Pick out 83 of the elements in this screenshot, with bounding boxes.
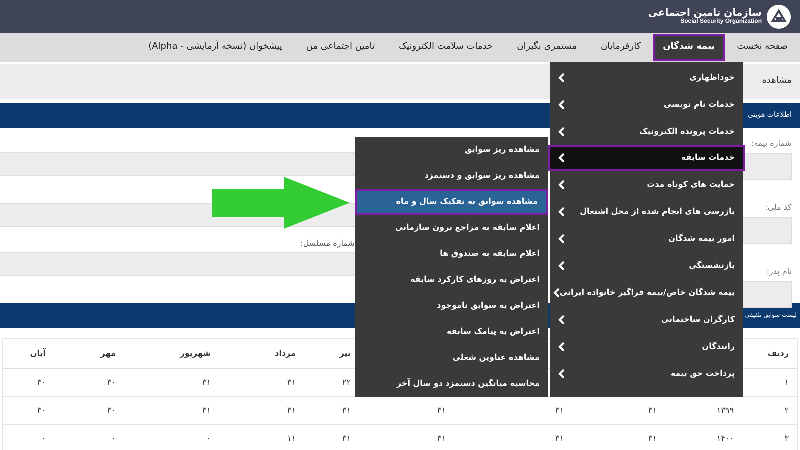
table-cell: ۱۳۹۹ bbox=[716, 404, 734, 416]
chevron-left-icon bbox=[558, 153, 565, 163]
menu-item[interactable]: اعلام سابقه به مراجع برون سازمانی bbox=[355, 215, 548, 241]
table-cell: ۳۱ bbox=[555, 432, 564, 444]
table-cell: ۲۲ bbox=[342, 376, 351, 388]
menu-item[interactable]: پرداخت حق بیمه bbox=[550, 360, 743, 387]
table-cell: ۳۰ bbox=[107, 376, 116, 388]
table-cell: ۰ bbox=[206, 432, 211, 444]
menu-item[interactable]: محاسبه میانگین دستمزد دو سال آخر bbox=[355, 371, 548, 397]
nav-tab[interactable]: خدمات سلامت الکترونیک bbox=[386, 34, 506, 61]
table-cell: ۳۱ bbox=[287, 376, 296, 388]
column-header: ردیف bbox=[768, 348, 789, 360]
field-label: شماره بیمه: bbox=[751, 138, 792, 150]
table-cell: ۳۱ bbox=[342, 404, 351, 416]
table-cell: ۳۰ bbox=[37, 404, 46, 416]
table-cell: ۳۱ bbox=[437, 404, 446, 416]
column-header: مهر bbox=[100, 348, 116, 360]
menu-item[interactable]: مشاهده عناوین شغلی bbox=[355, 345, 548, 371]
nav-tab[interactable]: کارفرمایان bbox=[589, 34, 654, 61]
nav-tab[interactable]: پیشخوان (نسخه آزمایشی - Alpha) bbox=[136, 34, 294, 61]
logo-icon bbox=[766, 4, 792, 30]
table-cell: ۳۱ bbox=[437, 432, 446, 444]
table-cell: ۳ bbox=[784, 432, 789, 444]
table-cell: ۱۴۰۰ bbox=[716, 432, 734, 444]
column-header: آبان bbox=[30, 348, 46, 360]
table-cell: ۳۱ bbox=[202, 376, 211, 388]
menu-item[interactable]: خدمات سابقه bbox=[548, 145, 745, 171]
table-cell: ۰ bbox=[42, 432, 46, 444]
table-cell: ۳۱ bbox=[202, 404, 211, 416]
input-field[interactable] bbox=[0, 152, 355, 176]
chevron-left-icon bbox=[558, 234, 565, 244]
field-label: شماره مسلسل: bbox=[300, 238, 355, 249]
org-name: سازمان تامین اجتماعی bbox=[648, 8, 762, 18]
table-cell: ۳۱ bbox=[555, 404, 564, 416]
chevron-left-icon bbox=[558, 314, 565, 324]
menu-item[interactable]: اعتراض به سوابق ناموجود bbox=[355, 293, 548, 319]
chevron-left-icon bbox=[558, 342, 565, 352]
chevron-left-icon bbox=[558, 180, 565, 190]
field-label: نام پدر: bbox=[766, 266, 792, 278]
nav-tab[interactable]: بیمه شدگان bbox=[653, 34, 726, 61]
column-header: شهریور bbox=[180, 348, 211, 360]
chevron-left-icon bbox=[558, 100, 565, 110]
menu-item[interactable]: کارگران ساختمانی bbox=[550, 306, 743, 333]
chevron-left-icon bbox=[558, 206, 565, 216]
table-cell: ۱۱ bbox=[287, 432, 296, 444]
nav-tab[interactable]: تامین اجتماعی من bbox=[294, 34, 387, 61]
menu-item[interactable]: مشاهده ریز سوابق bbox=[355, 137, 548, 163]
table-cell: ۰ bbox=[112, 432, 116, 444]
nav-tab[interactable]: مستمری بگیران bbox=[505, 34, 590, 61]
menu-item[interactable]: مشاهده ریز سوابق و دستمزد bbox=[355, 163, 548, 189]
breadcrumb: مشاهده bbox=[762, 74, 792, 88]
chevron-left-icon bbox=[558, 72, 565, 82]
menu-item[interactable]: اعلام سابقه به صندوق ها bbox=[355, 241, 548, 267]
chevron-left-icon bbox=[558, 260, 565, 270]
menu-item[interactable]: بازنشستگی bbox=[550, 252, 743, 279]
chevron-left-icon bbox=[558, 126, 565, 136]
field-label: کد ملی: bbox=[765, 202, 792, 214]
menu-item[interactable]: امور بیمه شدگان bbox=[550, 225, 743, 252]
column-header: مرداد bbox=[275, 348, 296, 360]
table-cell: ۱ bbox=[784, 376, 789, 388]
table-cell: ۲ bbox=[784, 404, 789, 416]
input-field[interactable] bbox=[0, 252, 355, 276]
chevron-left-icon bbox=[558, 368, 565, 378]
menu-item[interactable]: اعتراض به روزهای کارکرد سابقه bbox=[355, 267, 548, 293]
table-cell: ۳۰ bbox=[107, 404, 116, 416]
menu-item[interactable]: بیمه شدگان خاص/بیمه فراگیر خانواده ایرانی bbox=[550, 279, 743, 306]
chevron-left-icon bbox=[552, 288, 560, 298]
table-cell: ۳۰ bbox=[37, 376, 46, 388]
table-cell: ۳۱ bbox=[648, 404, 657, 416]
menu-item[interactable]: مشاهده سوابق به تفکیک سال و ماه bbox=[355, 189, 548, 215]
table-cell: ۳۱ bbox=[342, 432, 351, 444]
menu-item[interactable]: خدمات پرونده الکترونیک bbox=[550, 118, 743, 145]
arrow-icon bbox=[212, 177, 350, 229]
table-cell: ۳۱ bbox=[287, 404, 296, 416]
menu-item[interactable]: رانندگان bbox=[550, 333, 743, 360]
menu-item[interactable]: خدمات نام نویسی bbox=[550, 91, 743, 118]
menu-item[interactable]: حمایت های کوتاه مدت bbox=[550, 171, 743, 198]
column-header: تیر bbox=[340, 348, 351, 360]
menu-item[interactable]: بازرسی های انجام شده از محل اشتغال bbox=[550, 198, 743, 225]
table-cell: ۳۱ bbox=[648, 432, 657, 444]
menu-item[interactable]: خوداظهاری bbox=[550, 64, 743, 91]
menu-item[interactable]: اعتراض به پیامک سابقه bbox=[355, 319, 548, 345]
nav-tab[interactable]: صفحه نخست bbox=[725, 34, 800, 61]
